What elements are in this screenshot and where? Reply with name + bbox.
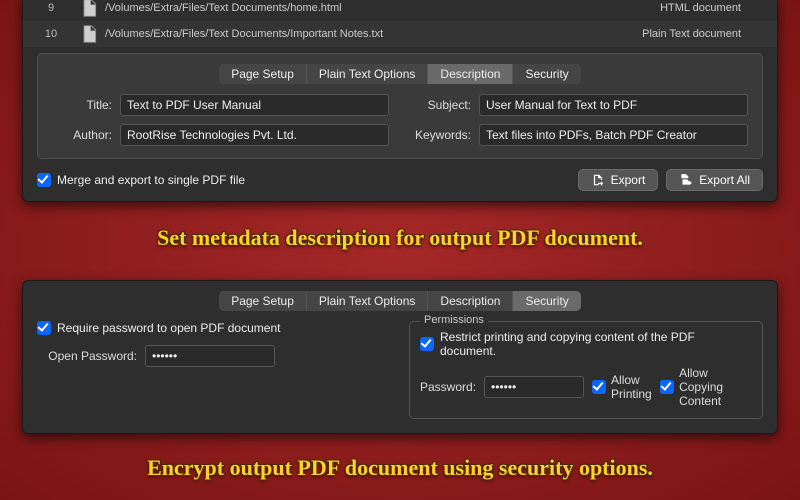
tab-plain-text[interactable]: Plain Text Options xyxy=(307,64,429,84)
tab-plain-text[interactable]: Plain Text Options xyxy=(307,291,429,311)
checkbox-icon xyxy=(420,337,434,351)
title-field[interactable] xyxy=(120,94,389,116)
export-button[interactable]: Export xyxy=(578,169,659,191)
file-index: 9 xyxy=(23,2,79,14)
tab-security[interactable]: Security xyxy=(513,64,580,84)
metadata-card: Page Setup Plain Text Options Descriptio… xyxy=(37,53,763,159)
promo-caption-2: Encrypt output PDF document using securi… xyxy=(0,455,800,481)
permissions-legend: Permissions xyxy=(420,314,488,326)
tab-page-setup[interactable]: Page Setup xyxy=(219,64,307,84)
perm-password-label: Password: xyxy=(420,380,476,394)
file-row[interactable]: 10 /Volumes/Extra/Files/Text Documents/I… xyxy=(23,21,777,47)
allow-copying-checkbox[interactable]: Allow Copying Content xyxy=(660,366,752,408)
file-index: 10 xyxy=(23,28,79,40)
tabbar: Page Setup Plain Text Options Descriptio… xyxy=(52,64,748,84)
export-all-label: Export All xyxy=(699,173,750,187)
document-icon xyxy=(79,0,99,18)
export-all-icon xyxy=(679,173,693,187)
perm-password-field[interactable] xyxy=(484,376,584,398)
open-password-section: Require password to open PDF document Op… xyxy=(37,321,391,419)
export-all-button[interactable]: Export All xyxy=(666,169,763,191)
restrict-checkbox[interactable]: Restrict printing and copying content of… xyxy=(420,330,752,358)
export-icon xyxy=(591,173,605,187)
panel-footer: Merge and export to single PDF file Expo… xyxy=(23,159,777,191)
description-panel: 9 /Volumes/Extra/Files/Text Documents/ho… xyxy=(22,0,778,202)
subject-label: Subject: xyxy=(397,98,471,112)
merge-checkbox[interactable]: Merge and export to single PDF file xyxy=(37,173,245,187)
keywords-field[interactable] xyxy=(479,124,748,146)
open-password-label: Open Password: xyxy=(37,349,137,363)
file-kind: Plain Text document xyxy=(609,28,777,40)
tab-description[interactable]: Description xyxy=(428,64,513,84)
checkbox-icon xyxy=(37,173,51,187)
tab-description[interactable]: Description xyxy=(428,291,513,311)
require-password-checkbox[interactable]: Require password to open PDF document xyxy=(37,321,391,335)
checkbox-icon xyxy=(660,380,674,394)
file-row[interactable]: 9 /Volumes/Extra/Files/Text Documents/ho… xyxy=(23,0,777,21)
allow-printing-label: Allow Printing xyxy=(611,373,652,401)
author-label: Author: xyxy=(52,128,112,142)
require-password-label: Require password to open PDF document xyxy=(57,321,280,335)
file-kind: HTML document xyxy=(609,2,777,14)
restrict-label: Restrict printing and copying content of… xyxy=(440,330,752,358)
author-field[interactable] xyxy=(120,124,389,146)
export-label: Export xyxy=(611,173,646,187)
tab-page-setup[interactable]: Page Setup xyxy=(219,291,307,311)
allow-copying-label: Allow Copying Content xyxy=(679,366,752,408)
subject-field[interactable] xyxy=(479,94,748,116)
allow-printing-checkbox[interactable]: Allow Printing xyxy=(592,373,652,401)
checkbox-icon xyxy=(592,380,606,394)
tabbar: Page Setup Plain Text Options Descriptio… xyxy=(37,291,763,311)
promo-caption-1: Set metadata description for output PDF … xyxy=(0,225,800,251)
file-path: /Volumes/Extra/Files/Text Documents/home… xyxy=(105,2,609,14)
checkbox-icon xyxy=(37,321,51,335)
permissions-group: Permissions Restrict printing and copyin… xyxy=(409,321,763,419)
open-password-field[interactable] xyxy=(145,345,275,367)
security-panel: Page Setup Plain Text Options Descriptio… xyxy=(22,280,778,434)
keywords-label: Keywords: xyxy=(397,128,471,142)
document-icon xyxy=(79,24,99,44)
merge-label: Merge and export to single PDF file xyxy=(57,173,245,187)
title-label: Title: xyxy=(52,98,112,112)
file-path: /Volumes/Extra/Files/Text Documents/Impo… xyxy=(105,28,609,40)
tab-security[interactable]: Security xyxy=(513,291,580,311)
